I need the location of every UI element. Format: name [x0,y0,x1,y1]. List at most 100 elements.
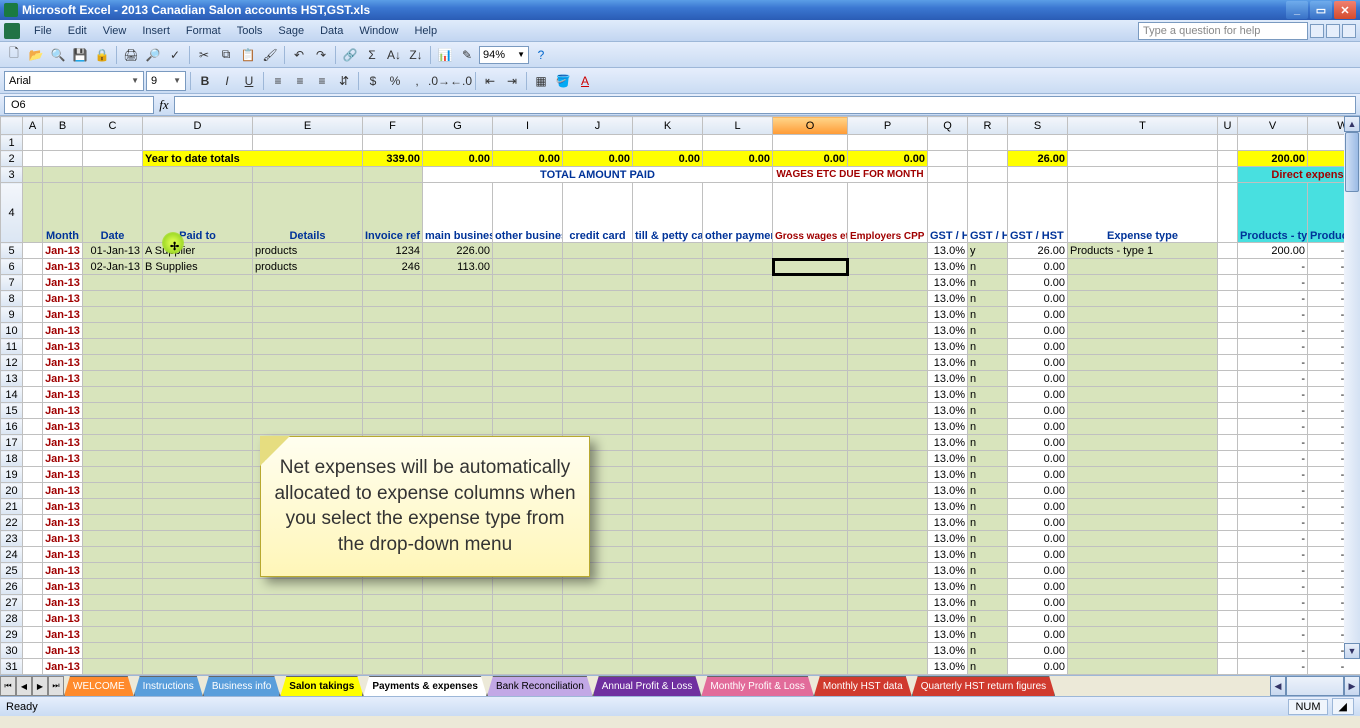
row-header-17[interactable]: 17 [1,435,23,451]
copy-button[interactable]: ⧉ [216,45,236,65]
sheet-tab-4[interactable]: Payments & expenses [363,676,487,696]
underline-button[interactable]: U [239,71,259,91]
row-header-7[interactable]: 7 [1,275,23,291]
col-header-R[interactable]: R [968,117,1008,135]
fx-icon[interactable]: fx [154,97,174,113]
status-resize-grip[interactable]: ◢ [1332,698,1354,715]
row-header-4[interactable]: 4 [1,183,23,243]
sheet-tab-6[interactable]: Annual Profit & Loss [593,676,702,696]
menu-insert[interactable]: Insert [134,23,178,39]
sheet-tab-3[interactable]: Salon takings [280,676,363,696]
menu-window[interactable]: Window [351,23,406,39]
menu-format[interactable]: Format [178,23,229,39]
col-header-I[interactable]: I [493,117,563,135]
decrease-indent-button[interactable]: ⇤ [480,71,500,91]
name-box[interactable]: O6 [4,96,154,114]
row-header-24[interactable]: 24 [1,547,23,563]
row-header-13[interactable]: 13 [1,371,23,387]
hscroll-track[interactable] [1286,676,1344,696]
col-header-K[interactable]: K [633,117,703,135]
sheet-tab-8[interactable]: Monthly HST data [814,676,912,696]
print-preview-button[interactable]: 🔎 [143,45,163,65]
row-header-1[interactable]: 1 [1,135,23,151]
sort-desc-button[interactable]: Z↓ [406,45,426,65]
sort-asc-button[interactable]: A↓ [384,45,404,65]
sheet-tab-9[interactable]: Quarterly HST return figures [912,676,1055,696]
scroll-thumb[interactable] [1345,132,1359,192]
row-header-20[interactable]: 20 [1,483,23,499]
col-header-D[interactable]: D [143,117,253,135]
cut-button[interactable]: ✂ [194,45,214,65]
row-header-2[interactable]: 2 [1,151,23,167]
row-header-3[interactable]: 3 [1,167,23,183]
open-button[interactable]: 📂 [26,45,46,65]
doc-restore-button[interactable] [1326,24,1340,38]
scroll-down-button[interactable]: ▼ [1344,643,1360,659]
col-header-L[interactable]: L [703,117,773,135]
maximize-button[interactable]: ▭ [1310,1,1332,19]
row-header-31[interactable]: 31 [1,659,23,675]
save-button[interactable]: 💾 [70,45,90,65]
row-header-19[interactable]: 19 [1,467,23,483]
hyperlink-button[interactable]: 🔗 [340,45,360,65]
row-header-15[interactable]: 15 [1,403,23,419]
col-header-Q[interactable]: Q [928,117,968,135]
font-size-combo[interactable]: 9▼ [146,71,186,91]
increase-decimal-button[interactable]: .0→ [429,71,449,91]
tab-next-button[interactable]: ▶ [32,676,48,696]
row-header-6[interactable]: 6 [1,259,23,275]
row-header-28[interactable]: 28 [1,611,23,627]
borders-button[interactable]: ▦ [531,71,551,91]
col-header-G[interactable]: G [423,117,493,135]
row-header-8[interactable]: 8 [1,291,23,307]
menu-view[interactable]: View [95,23,135,39]
row-header-12[interactable]: 12 [1,355,23,371]
col-header-S[interactable]: S [1008,117,1068,135]
col-header-V[interactable]: V [1238,117,1308,135]
currency-button[interactable]: $ [363,71,383,91]
col-header-P[interactable]: P [848,117,928,135]
doc-close-button[interactable] [1342,24,1356,38]
close-button[interactable]: ✕ [1334,1,1356,19]
row-header-16[interactable]: 16 [1,419,23,435]
col-header-U[interactable]: U [1218,117,1238,135]
col-header-T[interactable]: T [1068,117,1218,135]
sheet-tab-0[interactable]: WELCOME [64,676,134,696]
chart-button[interactable]: 📊 [435,45,455,65]
hscroll-right-button[interactable]: ▶ [1344,676,1360,696]
row-header-21[interactable]: 21 [1,499,23,515]
drawing-button[interactable]: ✎ [457,45,477,65]
align-right-button[interactable]: ≡ [312,71,332,91]
scroll-up-button[interactable]: ▲ [1344,116,1360,132]
row-header-27[interactable]: 27 [1,595,23,611]
horizontal-scrollbar[interactable]: ◀ ▶ [1270,676,1360,696]
row-header-5[interactable]: 5 [1,243,23,259]
row-header-30[interactable]: 30 [1,643,23,659]
row-header-23[interactable]: 23 [1,531,23,547]
row-header-18[interactable]: 18 [1,451,23,467]
percent-button[interactable]: % [385,71,405,91]
print-button[interactable]: 🖨 [121,45,141,65]
menu-file[interactable]: File [26,23,60,39]
col-header-J[interactable]: J [563,117,633,135]
increase-indent-button[interactable]: ⇥ [502,71,522,91]
align-left-button[interactable]: ≡ [268,71,288,91]
help-search-input[interactable]: Type a question for help [1138,22,1308,40]
bold-button[interactable]: B [195,71,215,91]
zoom-combo[interactable]: 94%▼ [479,46,529,64]
row-header-22[interactable]: 22 [1,515,23,531]
row-header-9[interactable]: 9 [1,307,23,323]
sheet-tab-2[interactable]: Business info [203,676,280,696]
new-button[interactable]: 🗋 [4,45,24,65]
row-header-29[interactable]: 29 [1,627,23,643]
menu-tools[interactable]: Tools [229,23,271,39]
format-painter-button[interactable]: 🖌 [260,45,280,65]
redo-button[interactable]: ↷ [311,45,331,65]
italic-button[interactable]: I [217,71,237,91]
worksheet-grid[interactable]: ABCDEFGIJKLOPQRSTUVW12Year to date total… [0,116,1360,676]
formula-input[interactable] [174,96,1356,114]
col-header-O[interactable]: O [773,117,848,135]
row-header-25[interactable]: 25 [1,563,23,579]
row-header-11[interactable]: 11 [1,339,23,355]
sheet-tab-7[interactable]: Monthly Profit & Loss [701,676,813,696]
